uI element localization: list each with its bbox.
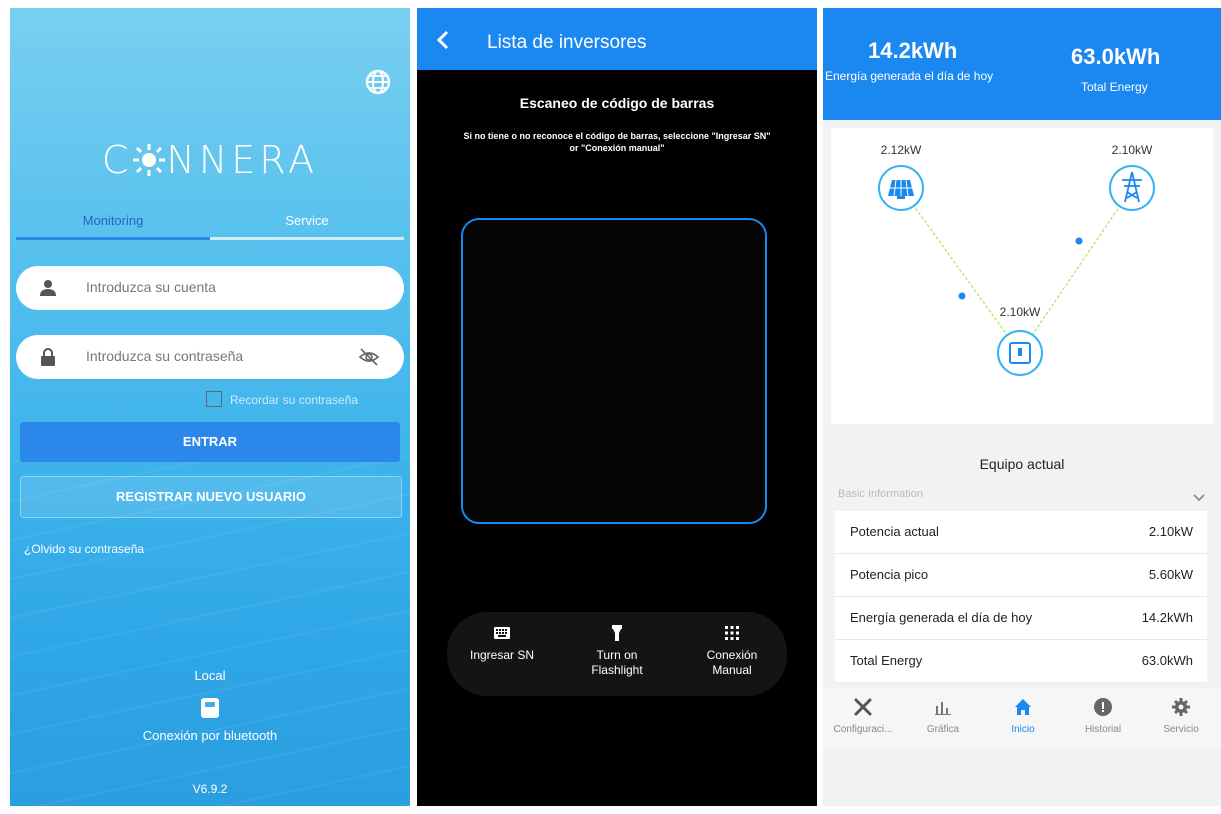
scan-description: Si no tiene o no reconoce el código de b… (417, 130, 817, 154)
bottom-navigation: Configuraci... Gráfica Inicio Historial (823, 688, 1221, 748)
forgot-password-link[interactable]: ¿Olvido su contraseña (24, 542, 144, 556)
info-icon (1094, 698, 1112, 716)
chevron-down-icon[interactable] (1193, 492, 1205, 502)
power-grid-tower-icon (1109, 165, 1155, 211)
home-icon (1015, 699, 1031, 715)
scan-viewfinder (461, 218, 767, 524)
row-value: 5.60kW (1148, 567, 1193, 582)
row-label: Potencia pico (850, 567, 929, 582)
flashlight-label-1: Turn on (596, 648, 638, 662)
bar-chart-icon (935, 702, 951, 715)
tab-service[interactable]: Service (210, 213, 404, 228)
total-energy-label: Total Energy (1081, 80, 1148, 94)
bluetooth-connection-link[interactable]: Conexión por bluetooth (10, 728, 410, 743)
scan-desc-line2: or "Conexión manual" (569, 143, 665, 153)
row-label: Energía generada el día de hoy (850, 610, 1033, 625)
remember-checkbox[interactable] (206, 391, 222, 407)
remember-password[interactable]: Recordar su contraseña (206, 391, 358, 407)
login-tabs: Monitoring Service (16, 213, 404, 243)
list-item: Energía generada el día de hoy 14.2kWh (835, 597, 1207, 640)
scan-desc-line1: Si no tiene o no reconoce el código de b… (463, 131, 771, 141)
today-energy-label: Energía generada el día de hoy (825, 69, 994, 83)
device-info-list: Potencia actual 2.10kW Potencia pico 5.60k… (835, 511, 1207, 683)
row-value: 2.10kW (1148, 524, 1193, 539)
solar-panel-icon (878, 165, 924, 211)
flow-dot-grid (1075, 237, 1083, 245)
local-label: Local (194, 668, 226, 683)
grid-power-label: 2.10kW (1112, 143, 1153, 157)
back-arrow-icon[interactable] (435, 30, 451, 50)
pv-power-label: 2.12kW (881, 143, 922, 157)
manual-label-2: Manual (712, 663, 752, 677)
list-item: Potencia actual 2.10kW (835, 511, 1207, 554)
nav-chart[interactable]: Gráfica (903, 696, 983, 735)
power-flow-svg: 2.12kW 2.10kW 2.10kW (878, 143, 1155, 376)
grid-icon (725, 626, 739, 640)
account-field[interactable]: Introduzca su cuenta (16, 266, 404, 310)
hide-password-icon[interactable] (358, 347, 380, 367)
current-device-title: Equipo actual (979, 456, 1065, 472)
manual-label-1: Conexión (706, 648, 758, 662)
register-button[interactable]: REGISTRAR NUEVO USUARIO (20, 476, 402, 518)
nav-history[interactable]: Historial (1063, 696, 1143, 735)
basic-info-label: Basic Information (838, 488, 923, 500)
pv-to-inverter-line (900, 187, 1021, 354)
connera-logo: C NNERA (10, 138, 410, 182)
logo-text-c: C (101, 138, 133, 182)
power-flow-diagram: 2.12kW 2.10kW 2.10kW (831, 128, 1213, 424)
list-item: Potencia pico 5.60kW (835, 554, 1207, 597)
nav-configuration[interactable]: Configuraci... (823, 696, 903, 735)
enter-sn-button[interactable]: Ingresar SN (447, 624, 557, 663)
lock-icon (41, 348, 55, 366)
total-energy-value: 63.0kWh (1071, 44, 1161, 69)
scanner-header: Lista de inversores (417, 8, 817, 70)
app-version: V6.9.2 (192, 782, 228, 796)
row-label: Potencia actual (850, 524, 939, 539)
inverter-power-label: 2.10kW (1000, 305, 1041, 319)
flashlight-button[interactable]: Turn on Flashlight (562, 624, 672, 678)
scanner-screen: Lista de inversores Escaneo de código de… (417, 8, 817, 806)
today-energy-value: 14.2kWh (868, 38, 958, 63)
energy-summary-header: 14.2kWh Energía generada el día de hoy 6… (823, 8, 1221, 120)
remember-label: Recordar su contraseña (230, 393, 359, 407)
nav-service[interactable]: Servicio (1141, 696, 1221, 735)
inverter-icon (997, 330, 1043, 376)
globe-icon[interactable] (364, 68, 392, 96)
bluetooth-device-icon[interactable] (201, 698, 219, 718)
password-field[interactable]: Introduzca su contraseña (16, 335, 404, 379)
tools-icon (854, 698, 872, 716)
nav-label: Servicio (1163, 724, 1199, 735)
list-item: Total Energy 63.0kWh (835, 640, 1207, 683)
enter-button[interactable]: ENTRAR (20, 422, 400, 462)
login-screen: C NNERA Monitoring Service Introduzca su… (10, 8, 410, 806)
logo-text-rest: NNERA (166, 138, 319, 182)
row-label: Total Energy (850, 653, 923, 668)
logo-sun-icon (133, 144, 166, 176)
row-value: 63.0kWh (1141, 653, 1193, 668)
page-title: Lista de inversores (487, 32, 647, 53)
dashboard-screen: 14.2kWh Energía generada el día de hoy 6… (823, 8, 1221, 806)
password-placeholder: Introduzca su contraseña (86, 348, 244, 364)
nav-home[interactable]: Inicio (983, 696, 1063, 735)
nav-label: Historial (1084, 724, 1122, 735)
tab-divider (210, 237, 404, 240)
gear-icon (1172, 698, 1190, 716)
scan-title: Escaneo de código de barras (519, 95, 715, 111)
flashlight-label-2: Flashlight (591, 663, 643, 677)
manual-connection-button[interactable]: Conexión Manual (677, 624, 787, 678)
account-placeholder: Introduzca su cuenta (86, 279, 216, 295)
active-tab-indicator (16, 237, 210, 240)
user-icon (40, 280, 56, 296)
tab-monitoring[interactable]: Monitoring (16, 213, 210, 228)
grid-to-inverter-line (1019, 187, 1133, 354)
row-value: 14.2kWh (1141, 610, 1193, 625)
flow-dot-pv (958, 292, 966, 300)
nav-label: Gráfica (926, 724, 960, 735)
flashlight-icon (612, 625, 622, 641)
nav-label: Inicio (1011, 724, 1035, 735)
keyboard-icon (494, 627, 510, 639)
enter-sn-label: Ingresar SN (469, 648, 535, 662)
nav-label: Configuraci... (833, 724, 893, 735)
scan-actions-bar: Ingresar SN Turn on Flashlight Conexión … (447, 612, 787, 696)
